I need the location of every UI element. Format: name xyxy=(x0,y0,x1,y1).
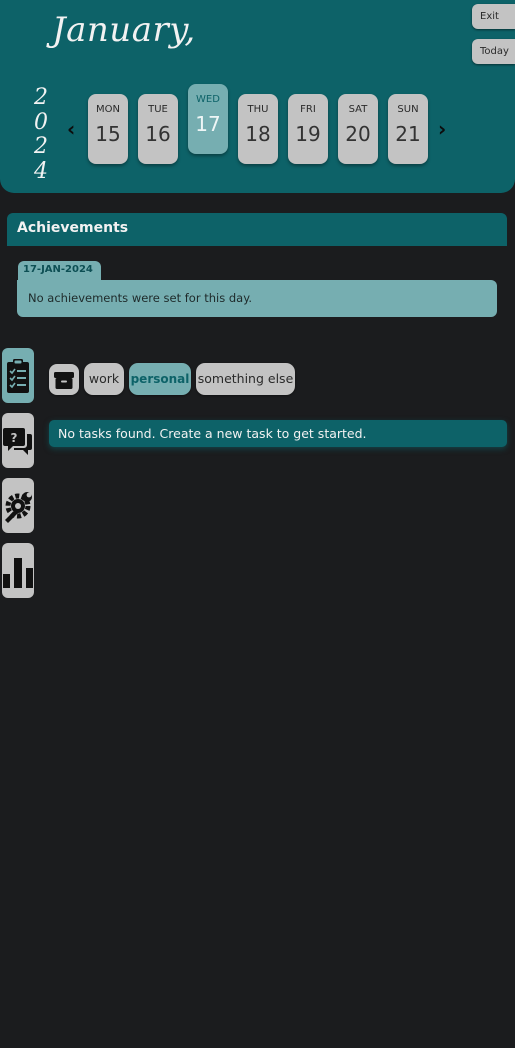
year-digit: 0 xyxy=(34,109,48,135)
prev-week-chevron-icon[interactable]: ‹ xyxy=(67,119,75,139)
calendar-header: January, 2 0 2 4 Exit Today ‹ › MON 15 T… xyxy=(0,0,515,193)
day-number: 17 xyxy=(195,112,221,136)
day-number: 20 xyxy=(345,122,371,146)
year-digit: 2 xyxy=(34,134,48,159)
day-of-week: SUN xyxy=(397,104,419,115)
day-number: 15 xyxy=(95,122,121,146)
day-of-week: WED xyxy=(196,94,220,105)
year-digit: 4 xyxy=(34,158,48,184)
day-of-week: SAT xyxy=(348,104,368,115)
sidebar-item-tasks[interactable] xyxy=(2,348,34,403)
sidebar-item-settings[interactable] xyxy=(2,478,34,533)
sidebar-item-help[interactable]: ? xyxy=(2,413,34,468)
next-week-chevron-icon[interactable]: › xyxy=(438,119,446,139)
exit-button[interactable]: Exit xyxy=(472,4,515,29)
today-button[interactable]: Today xyxy=(472,39,515,64)
achievements-title: Achievements xyxy=(17,220,129,236)
archive-box-icon xyxy=(54,371,74,389)
day-fri[interactable]: FRI 19 xyxy=(288,94,328,164)
tasks-empty-message: No tasks found. Create a new task to get… xyxy=(49,420,507,447)
day-thu[interactable]: THU 18 xyxy=(238,94,278,164)
day-number: 21 xyxy=(395,122,421,146)
day-sat[interactable]: SAT 20 xyxy=(338,94,378,164)
achievements-empty-message: No achievements were set for this day. xyxy=(17,280,497,317)
year-digit: 2 xyxy=(34,85,48,110)
gear-wrench-icon xyxy=(5,491,32,523)
day-of-week: FRI xyxy=(300,104,316,115)
day-tue[interactable]: TUE 16 xyxy=(138,94,178,164)
svg-text:?: ? xyxy=(11,431,18,445)
day-number: 19 xyxy=(295,122,321,146)
bar-chart-icon xyxy=(3,557,33,588)
category-chip-work[interactable]: work xyxy=(84,363,124,395)
day-number: 16 xyxy=(145,122,171,146)
year-vertical: 2 0 2 4 xyxy=(33,85,49,184)
day-of-week: THU xyxy=(247,104,269,115)
day-mon[interactable]: MON 15 xyxy=(88,94,128,164)
chat-question-icon: ? xyxy=(3,427,32,455)
day-of-week: MON xyxy=(96,104,120,115)
achievements-header: Achievements xyxy=(7,213,507,246)
day-sun[interactable]: SUN 21 xyxy=(388,94,428,164)
sidebar-item-stats[interactable] xyxy=(2,543,34,598)
day-of-week: TUE xyxy=(148,104,168,115)
day-number: 18 xyxy=(245,122,271,146)
category-chip-personal-selected[interactable]: personal xyxy=(129,363,191,395)
category-chip-something-else[interactable]: something else xyxy=(196,363,295,395)
achievement-date-tab: 17-JAN-2024 xyxy=(18,261,101,281)
archive-button[interactable] xyxy=(49,364,79,395)
month-title: January, xyxy=(52,10,196,50)
clipboard-checklist-icon xyxy=(7,358,29,393)
day-wed-selected[interactable]: WED 17 xyxy=(188,84,228,154)
